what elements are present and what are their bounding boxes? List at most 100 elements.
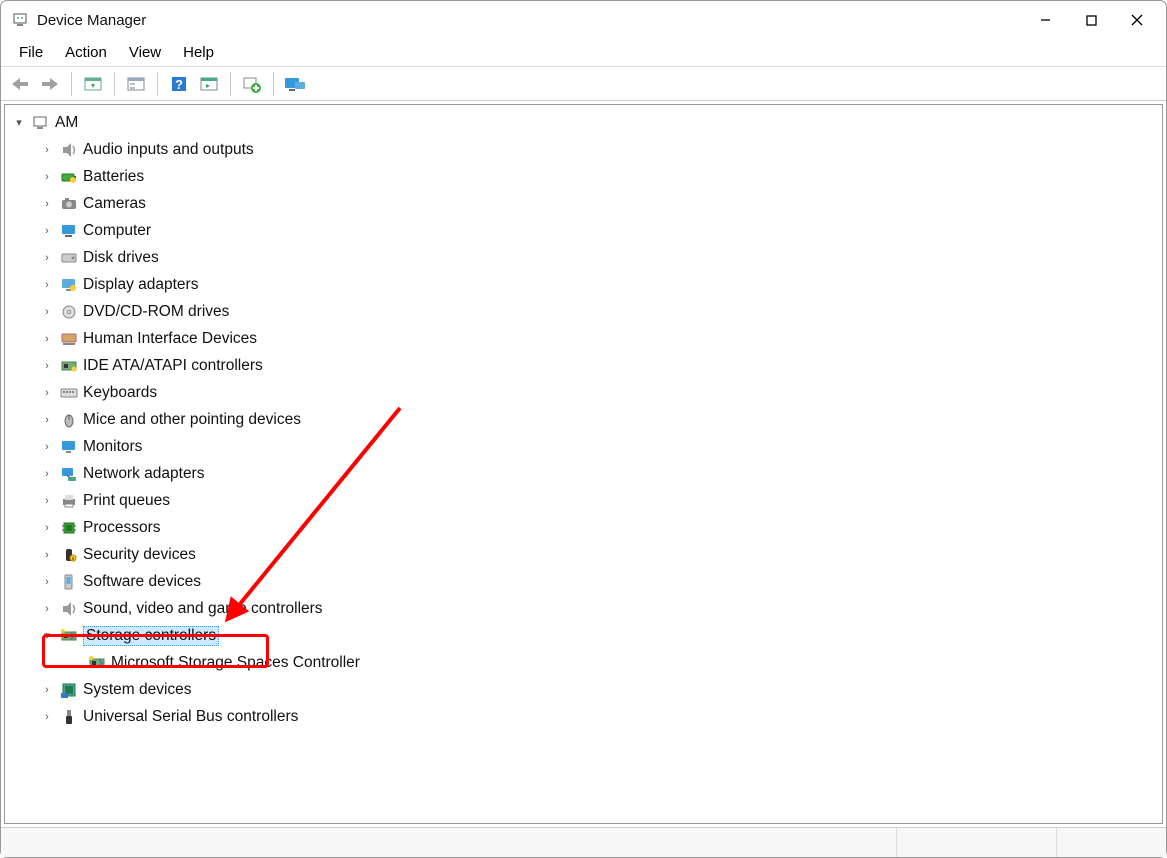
tree-category-8[interactable]: › IDE ATA/ATAPI controllers [5, 352, 1162, 379]
tree-root[interactable]: ▾ AM [5, 109, 1162, 136]
chevron-right-icon[interactable]: › [39, 385, 55, 401]
tree-category-3[interactable]: › Computer [5, 217, 1162, 244]
chevron-right-icon[interactable]: › [39, 196, 55, 212]
tree-category-5[interactable]: › Display adapters [5, 271, 1162, 298]
chevron-down-icon[interactable]: ▾ [11, 115, 27, 131]
maximize-button[interactable] [1068, 4, 1114, 36]
toolbar-properties[interactable] [123, 71, 149, 97]
keyboard-icon [59, 383, 79, 403]
tree-category-13[interactable]: ›Print queues [5, 487, 1162, 514]
device-tree-pane[interactable]: ▾AM›Audio inputs and outputs›Batteries›C… [4, 104, 1163, 824]
tree-category-14[interactable]: › Processors [5, 514, 1162, 541]
device-tree: ▾AM›Audio inputs and outputs›Batteries›C… [5, 109, 1162, 730]
toolbar-forward[interactable] [37, 71, 63, 97]
tree-category-0[interactable]: › Audio inputs and outputs [5, 136, 1162, 163]
battery-icon [59, 167, 79, 187]
tree-category-7[interactable]: ›Human Interface Devices [5, 325, 1162, 352]
menu-file[interactable]: File [9, 41, 53, 64]
chevron-right-icon[interactable]: › [39, 709, 55, 725]
tree-item-label: System devices [83, 681, 192, 699]
chevron-right-icon[interactable]: › [39, 250, 55, 266]
tree-item-label: Computer [83, 222, 151, 240]
chevron-right-icon[interactable]: › [39, 601, 55, 617]
chevron-right-icon[interactable]: › [39, 466, 55, 482]
chevron-right-icon[interactable]: › [39, 223, 55, 239]
chevron-right-icon[interactable]: › [39, 142, 55, 158]
tree-category-19[interactable]: › System devices [5, 676, 1162, 703]
tree-category-1[interactable]: › Batteries [5, 163, 1162, 190]
ide-icon [59, 356, 79, 376]
printer-icon [59, 491, 79, 511]
tree-category-18[interactable]: ▾ Storage controllers [5, 622, 1162, 649]
tree-item-label: Universal Serial Bus controllers [83, 708, 298, 726]
tree-item-label: IDE ATA/ATAPI controllers [83, 357, 263, 375]
tree-item-label: Disk drives [83, 249, 159, 267]
tree-category-10[interactable]: › Mice and other pointing devices [5, 406, 1162, 433]
tree-category-12[interactable]: › Network adapters [5, 460, 1162, 487]
chevron-right-icon[interactable]: › [39, 412, 55, 428]
tree-child-18-0[interactable]: Microsoft Storage Spaces Controller [5, 649, 1162, 676]
dvd-icon [59, 302, 79, 322]
menu-action[interactable]: Action [55, 41, 117, 64]
tree-item-label: Mice and other pointing devices [83, 411, 301, 429]
tree-category-11[interactable]: ›Monitors [5, 433, 1162, 460]
chevron-right-icon[interactable]: › [39, 574, 55, 590]
chevron-right-icon[interactable]: › [39, 358, 55, 374]
chevron-right-icon[interactable]: › [39, 493, 55, 509]
tree-category-20[interactable]: › Universal Serial Bus controllers [5, 703, 1162, 730]
toolbar-remote[interactable] [282, 71, 308, 97]
hid-icon [59, 329, 79, 349]
chevron-right-icon[interactable]: › [39, 439, 55, 455]
tree-category-16[interactable]: › Software devices [5, 568, 1162, 595]
tree-category-2[interactable]: › Cameras [5, 190, 1162, 217]
menu-help[interactable]: Help [173, 41, 224, 64]
chevron-right-icon[interactable]: › [39, 682, 55, 698]
tree-category-6[interactable]: › DVD/CD-ROM drives [5, 298, 1162, 325]
toolbar-show-hidden[interactable] [80, 71, 106, 97]
network-icon [59, 464, 79, 484]
tree-item-label: AM [55, 114, 78, 132]
tree-item-label: Network adapters [83, 465, 204, 483]
chevron-right-icon[interactable]: › [39, 304, 55, 320]
tree-item-label: DVD/CD-ROM drives [83, 303, 229, 321]
tree-category-17[interactable]: ›Sound, video and game controllers [5, 595, 1162, 622]
menubar: File Action View Help [1, 39, 1166, 67]
cpu-icon [59, 518, 79, 538]
window-controls [1022, 4, 1160, 36]
tree-category-9[interactable]: ›Keyboards [5, 379, 1162, 406]
tree-item-label: Cameras [83, 195, 146, 213]
chevron-right-icon[interactable]: › [39, 331, 55, 347]
tree-category-4[interactable]: › Disk drives [5, 244, 1162, 271]
chevron-right-icon[interactable]: › [39, 547, 55, 563]
tree-item-label: Display adapters [83, 276, 198, 294]
camera-icon [59, 194, 79, 214]
chevron-right-icon[interactable]: › [39, 169, 55, 185]
toolbar-scan-hardware[interactable] [196, 71, 222, 97]
svg-text:?: ? [175, 77, 183, 92]
tree-item-label: Storage controllers [83, 626, 219, 646]
menu-view[interactable]: View [119, 41, 171, 64]
toolbar: ? [1, 67, 1166, 101]
storage-icon [87, 653, 107, 673]
toolbar-back[interactable] [7, 71, 33, 97]
tree-category-15[interactable]: ›Security devices [5, 541, 1162, 568]
security-icon [59, 545, 79, 565]
window-title: Device Manager [37, 12, 146, 29]
tree-item-label: Batteries [83, 168, 144, 186]
chevron-down-icon[interactable]: ▾ [39, 628, 55, 644]
display-icon [59, 275, 79, 295]
minimize-button[interactable] [1022, 4, 1068, 36]
tree-item-label: Microsoft Storage Spaces Controller [111, 654, 360, 672]
system-icon [59, 680, 79, 700]
tree-item-label: Processors [83, 519, 161, 537]
computer-root-icon [31, 113, 51, 133]
chevron-right-icon[interactable]: › [39, 277, 55, 293]
toolbar-help[interactable]: ? [166, 71, 192, 97]
tree-item-label: Audio inputs and outputs [83, 141, 254, 159]
tree-item-label: Software devices [83, 573, 201, 591]
toolbar-add-legacy[interactable] [239, 71, 265, 97]
chevron-right-icon[interactable]: › [39, 520, 55, 536]
software-icon [59, 572, 79, 592]
device-manager-window: Device Manager File Action View Help ? ▾… [0, 0, 1167, 858]
close-button[interactable] [1114, 4, 1160, 36]
